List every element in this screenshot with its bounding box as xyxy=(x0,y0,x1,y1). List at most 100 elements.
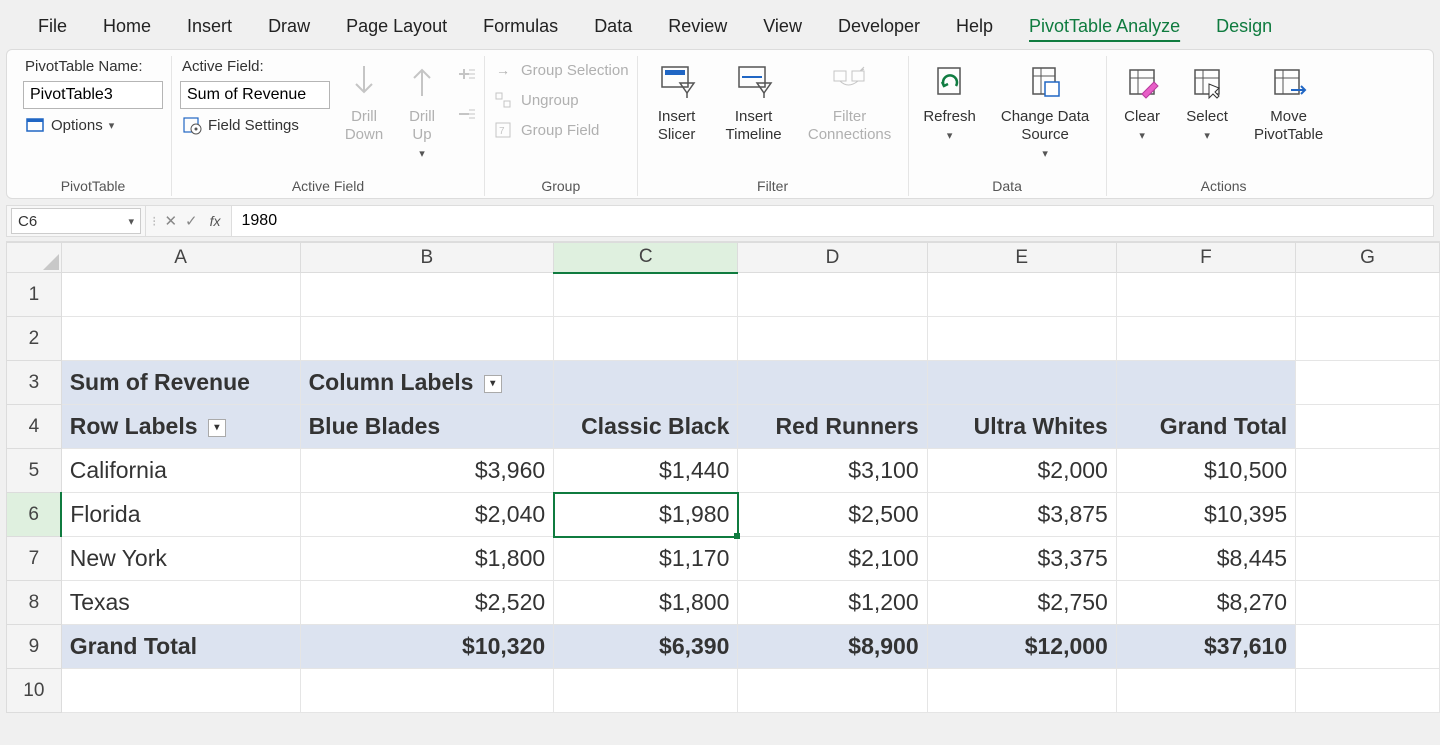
move-pivottable-button[interactable]: Move PivotTable xyxy=(1245,56,1333,144)
cell-C10[interactable] xyxy=(554,669,738,713)
tab-view[interactable]: View xyxy=(745,10,820,43)
tab-data[interactable]: Data xyxy=(576,10,650,43)
insert-timeline-button[interactable]: Insert Timeline xyxy=(718,56,790,144)
cell-D3[interactable] xyxy=(738,361,927,405)
cell-G9[interactable] xyxy=(1296,625,1440,669)
row-header-6[interactable]: 6 xyxy=(7,493,62,537)
cell-E8[interactable]: $2,750 xyxy=(927,581,1116,625)
cell-C9[interactable]: $6,390 xyxy=(554,625,738,669)
cell-D4[interactable]: Red Runners xyxy=(738,405,927,449)
cell-A7[interactable]: New York xyxy=(61,537,300,581)
cell-D7[interactable]: $2,100 xyxy=(738,537,927,581)
cell-A9[interactable]: Grand Total xyxy=(61,625,300,669)
cell-B3[interactable]: Column Labels ▾ xyxy=(300,361,554,405)
cell-C7[interactable]: $1,170 xyxy=(554,537,738,581)
cell-E5[interactable]: $2,000 xyxy=(927,449,1116,493)
cell-D10[interactable] xyxy=(738,669,927,713)
insert-slicer-button[interactable]: Insert Slicer xyxy=(646,56,708,144)
cell-F3[interactable] xyxy=(1116,361,1295,405)
tab-pivottable-analyze[interactable]: PivotTable Analyze xyxy=(1011,10,1198,43)
cell-B6[interactable]: $2,040 xyxy=(300,493,554,537)
cell-C5[interactable]: $1,440 xyxy=(554,449,738,493)
cell-F1[interactable] xyxy=(1116,273,1295,317)
change-data-source-button[interactable]: Change Data Source ▾ xyxy=(993,56,1098,161)
cell-B7[interactable]: $1,800 xyxy=(300,537,554,581)
row-header-2[interactable]: 2 xyxy=(7,317,62,361)
filter-dropdown-icon[interactable]: ▾ xyxy=(208,419,226,437)
collapse-field-icon[interactable] xyxy=(456,104,476,124)
refresh-button[interactable]: Refresh ▾ xyxy=(917,56,983,143)
cell-B2[interactable] xyxy=(300,317,554,361)
cell-A8[interactable]: Texas xyxy=(61,581,300,625)
pivottable-name-input[interactable] xyxy=(23,81,163,109)
name-box[interactable]: C6 ▾ xyxy=(11,208,141,234)
column-header-F[interactable]: F xyxy=(1116,243,1295,273)
cell-G8[interactable] xyxy=(1296,581,1440,625)
cell-D1[interactable] xyxy=(738,273,927,317)
row-header-4[interactable]: 4 xyxy=(7,405,62,449)
cell-D2[interactable] xyxy=(738,317,927,361)
tab-design[interactable]: Design xyxy=(1198,10,1290,43)
cell-E3[interactable] xyxy=(927,361,1116,405)
tab-formulas[interactable]: Formulas xyxy=(465,10,576,43)
cell-E10[interactable] xyxy=(927,669,1116,713)
cell-A10[interactable] xyxy=(61,669,300,713)
tab-home[interactable]: Home xyxy=(85,10,169,43)
column-header-A[interactable]: A xyxy=(61,243,300,273)
filter-connections-button[interactable]: Filter Connections xyxy=(800,56,900,144)
row-header-3[interactable]: 3 xyxy=(7,361,62,405)
row-header-5[interactable]: 5 xyxy=(7,449,62,493)
row-header-10[interactable]: 10 xyxy=(7,669,62,713)
cell-E4[interactable]: Ultra Whites xyxy=(927,405,1116,449)
tab-review[interactable]: Review xyxy=(650,10,745,43)
cell-F8[interactable]: $8,270 xyxy=(1116,581,1295,625)
cell-F9[interactable]: $37,610 xyxy=(1116,625,1295,669)
pivottable-options-button[interactable]: Options ▾ xyxy=(23,113,163,137)
tab-insert[interactable]: Insert xyxy=(169,10,250,43)
cell-G4[interactable] xyxy=(1296,405,1440,449)
cell-F5[interactable]: $10,500 xyxy=(1116,449,1295,493)
tab-developer[interactable]: Developer xyxy=(820,10,938,43)
cell-C1[interactable] xyxy=(554,273,738,317)
filter-dropdown-icon[interactable]: ▾ xyxy=(484,375,502,393)
cell-E1[interactable] xyxy=(927,273,1116,317)
column-header-E[interactable]: E xyxy=(927,243,1116,273)
tab-draw[interactable]: Draw xyxy=(250,10,328,43)
expand-field-icon[interactable] xyxy=(456,64,476,84)
column-header-C[interactable]: C xyxy=(554,243,738,273)
cell-F6[interactable]: $10,395 xyxy=(1116,493,1295,537)
cell-E2[interactable] xyxy=(927,317,1116,361)
cell-A3[interactable]: Sum of Revenue xyxy=(61,361,300,405)
row-header-9[interactable]: 9 xyxy=(7,625,62,669)
column-header-G[interactable]: G xyxy=(1296,243,1440,273)
cell-F7[interactable]: $8,445 xyxy=(1116,537,1295,581)
cell-F2[interactable] xyxy=(1116,317,1295,361)
fx-icon[interactable]: fx xyxy=(206,213,225,229)
cell-A6[interactable]: Florida xyxy=(61,493,300,537)
cell-B8[interactable]: $2,520 xyxy=(300,581,554,625)
cell-C4[interactable]: Classic Black xyxy=(554,405,738,449)
cell-D6[interactable]: $2,500 xyxy=(738,493,927,537)
cell-E6[interactable]: $3,875 xyxy=(927,493,1116,537)
cell-D5[interactable]: $3,100 xyxy=(738,449,927,493)
row-header-8[interactable]: 8 xyxy=(7,581,62,625)
tab-file[interactable]: File xyxy=(20,10,85,43)
cell-D9[interactable]: $8,900 xyxy=(738,625,927,669)
tab-page-layout[interactable]: Page Layout xyxy=(328,10,465,43)
group-field-button[interactable]: 7 Group Field xyxy=(493,120,629,140)
spreadsheet-grid[interactable]: ABCDEFG 123Sum of RevenueColumn Labels ▾ 4… xyxy=(6,241,1440,713)
cell-B10[interactable] xyxy=(300,669,554,713)
cell-C2[interactable] xyxy=(554,317,738,361)
select-all-corner[interactable] xyxy=(7,243,62,273)
row-header-1[interactable]: 1 xyxy=(7,273,62,317)
column-header-D[interactable]: D xyxy=(738,243,927,273)
cell-A4[interactable]: Row Labels ▾ xyxy=(61,405,300,449)
row-header-7[interactable]: 7 xyxy=(7,537,62,581)
column-header-B[interactable]: B xyxy=(300,243,554,273)
cell-F10[interactable] xyxy=(1116,669,1295,713)
cell-F4[interactable]: Grand Total xyxy=(1116,405,1295,449)
cell-B9[interactable]: $10,320 xyxy=(300,625,554,669)
cell-A2[interactable] xyxy=(61,317,300,361)
ungroup-button[interactable]: Ungroup xyxy=(493,90,629,110)
drill-down-button[interactable]: Drill Down xyxy=(340,56,388,144)
